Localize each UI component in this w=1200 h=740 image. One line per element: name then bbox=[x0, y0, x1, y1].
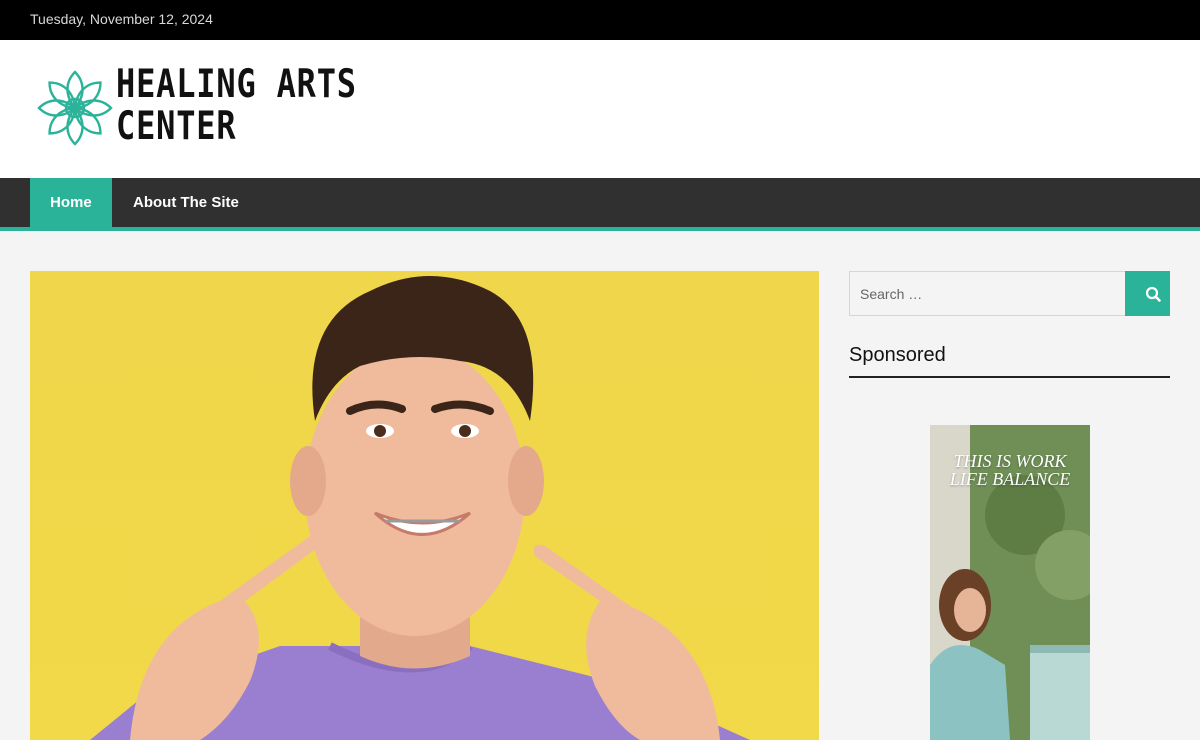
search-field-wrapper bbox=[849, 271, 1127, 316]
ad-headline-line-2: LIFE BALANCE bbox=[949, 469, 1071, 489]
nav-item-home[interactable]: Home bbox=[30, 178, 112, 227]
search-input[interactable] bbox=[850, 272, 1126, 315]
featured-image[interactable] bbox=[30, 271, 819, 740]
site-title-line-2: CENTER bbox=[116, 104, 237, 149]
current-date: Tuesday, November 12, 2024 bbox=[30, 11, 213, 27]
nav-item-about[interactable]: About The Site bbox=[113, 178, 259, 227]
top-bar: Tuesday, November 12, 2024 bbox=[0, 0, 1200, 40]
sponsored-widget-title: Sponsored bbox=[849, 344, 1170, 378]
featured-photo-illustration bbox=[90, 276, 750, 740]
site-title-line-1: HEALING ARTS bbox=[116, 62, 357, 107]
search-button[interactable] bbox=[1125, 271, 1170, 316]
main-navigation: Home About The Site bbox=[0, 178, 1200, 231]
site-title[interactable]: HEALING ARTS CENTER bbox=[116, 64, 357, 148]
site-header: HEALING ARTS CENTER bbox=[0, 40, 1200, 178]
ad-headline: THIS IS WORK LIFE BALANCE bbox=[930, 452, 1090, 488]
search-icon bbox=[1145, 286, 1161, 302]
ad-headline-line-1: THIS IS WORK bbox=[953, 451, 1067, 471]
lotus-icon bbox=[37, 70, 113, 146]
sponsored-ad[interactable]: THIS IS WORK LIFE BALANCE bbox=[930, 425, 1090, 740]
